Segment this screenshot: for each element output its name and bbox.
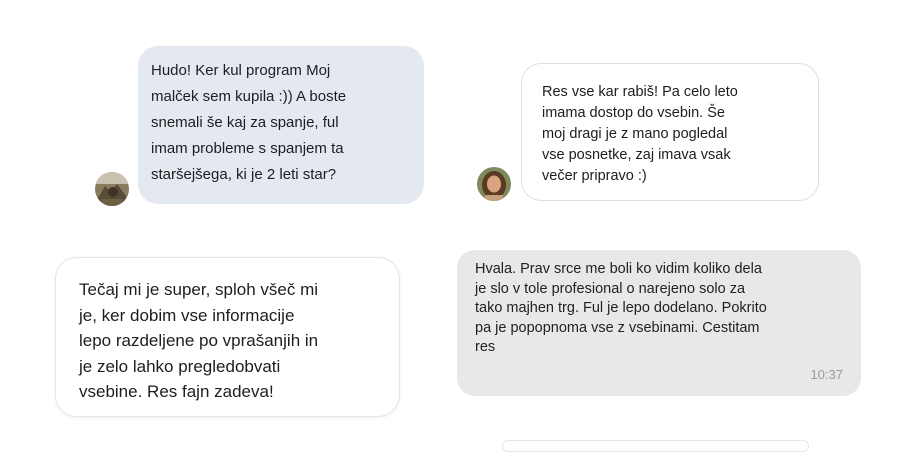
message-text: Res vse kar rabiš! Pa celo leto imama do… xyxy=(542,84,738,184)
sender-avatar[interactable] xyxy=(95,172,129,206)
message-text: Hudo! Ker kul program Moj malček sem kup… xyxy=(151,62,347,183)
message-timestamp: 10:37 xyxy=(810,366,843,382)
message-text: Tečaj mi je super, sploh všeč mi je, ker… xyxy=(79,280,319,401)
sender-avatar[interactable] xyxy=(477,167,511,201)
message-bubble: Hvala. Prav srce me boli ko vidim koliko… xyxy=(457,250,861,396)
message-bubble: Res vse kar rabiš! Pa celo leto imama do… xyxy=(521,63,819,201)
message-bubble: Tečaj mi je super, sploh všeč mi je, ker… xyxy=(55,257,400,417)
message-bubble-partial xyxy=(502,440,809,452)
message-bubble: Hudo! Ker kul program Moj malček sem kup… xyxy=(138,46,424,204)
message-text: Hvala. Prav srce me boli ko vidim koliko… xyxy=(475,261,767,355)
